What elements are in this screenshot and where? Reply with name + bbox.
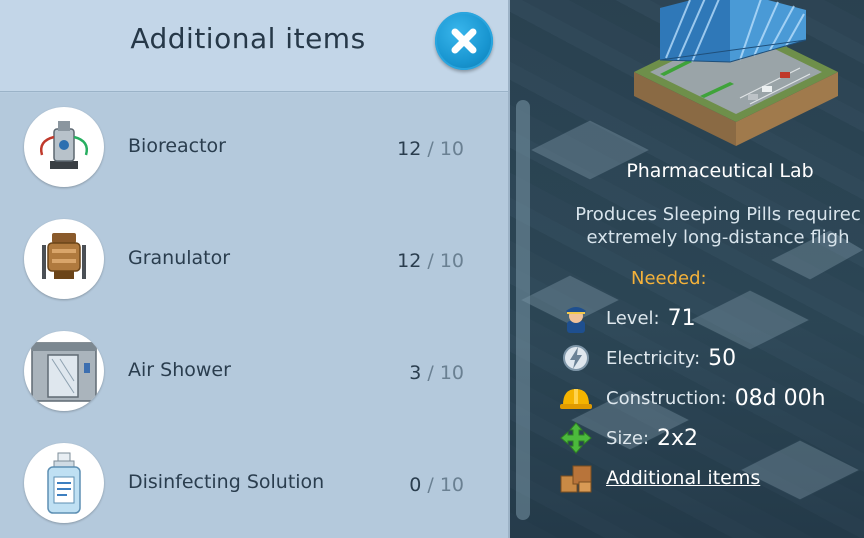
close-icon bbox=[451, 28, 477, 54]
lightning-icon bbox=[558, 341, 594, 375]
item-count: 3 / 10 bbox=[360, 362, 464, 384]
item-count: 12 / 10 bbox=[360, 138, 464, 160]
item-have: 12 bbox=[397, 250, 422, 272]
requirement-additional-items[interactable]: Additional items bbox=[558, 461, 760, 495]
item-need: 10 bbox=[439, 474, 464, 496]
bioreactor-icon bbox=[24, 107, 104, 187]
item-have: 3 bbox=[409, 362, 422, 384]
list-item-disinfecting-solution[interactable]: Disinfecting Solution 0 / 10 bbox=[0, 429, 508, 538]
items-list: Bioreactor 12 / 10 Granulator 12 / 10 Ai… bbox=[0, 93, 508, 538]
item-sep: / bbox=[427, 474, 434, 496]
electricity-label: Electricity: bbox=[606, 347, 701, 369]
item-count: 0 / 10 bbox=[360, 474, 464, 496]
pharmaceutical-lab-building-icon bbox=[634, 0, 838, 146]
item-need: 10 bbox=[439, 362, 464, 384]
level-value: 71 bbox=[667, 305, 696, 331]
crates-icon bbox=[558, 461, 594, 495]
requirement-level: Level: 71 bbox=[558, 301, 696, 335]
disinfectant-bottle-icon bbox=[24, 443, 104, 523]
item-name: Disinfecting Solution bbox=[128, 471, 325, 493]
panel-header: Additional items bbox=[0, 0, 508, 92]
item-need: 10 bbox=[439, 250, 464, 272]
panel-scrollbar[interactable] bbox=[516, 100, 530, 520]
expand-arrows-icon bbox=[558, 421, 594, 455]
size-label: Size: bbox=[606, 427, 650, 449]
building-title: Pharmaceutical Lab bbox=[626, 160, 814, 182]
list-item-bioreactor[interactable]: Bioreactor 12 / 10 bbox=[0, 93, 508, 205]
description-line-1: Produces Sleeping Pills requirec bbox=[575, 204, 861, 225]
list-item-air-shower[interactable]: Air Shower 3 / 10 bbox=[0, 317, 508, 429]
needed-heading: Needed: bbox=[631, 268, 707, 289]
item-need: 10 bbox=[439, 138, 464, 160]
item-have: 0 bbox=[409, 474, 422, 496]
item-name: Granulator bbox=[128, 247, 231, 269]
close-button[interactable] bbox=[435, 12, 493, 70]
hard-hat-icon bbox=[558, 381, 594, 415]
list-item-granulator[interactable]: Granulator 12 / 10 bbox=[0, 205, 508, 317]
item-name: Bioreactor bbox=[128, 135, 226, 157]
requirement-size: Size: 2x2 bbox=[558, 421, 698, 455]
pilot-avatar-icon bbox=[558, 301, 594, 335]
item-sep: / bbox=[427, 138, 434, 160]
electricity-value: 50 bbox=[708, 345, 737, 371]
granulator-icon bbox=[24, 219, 104, 299]
item-have: 12 bbox=[397, 138, 422, 160]
building-description: Produces Sleeping Pills requirec extreme… bbox=[548, 203, 864, 249]
additional-items-panel: Additional items Bioreactor 12 / 10 Gran… bbox=[0, 0, 510, 538]
construction-value: 08d 00h bbox=[734, 385, 826, 411]
air-shower-icon bbox=[24, 331, 104, 411]
item-count: 12 / 10 bbox=[360, 250, 464, 272]
additional-items-link[interactable]: Additional items bbox=[606, 467, 760, 489]
item-sep: / bbox=[427, 250, 434, 272]
item-name: Air Shower bbox=[128, 359, 231, 381]
description-line-2: extremely long-distance fligh bbox=[586, 227, 850, 248]
requirement-construction: Construction: 08d 00h bbox=[558, 381, 826, 415]
level-label: Level: bbox=[606, 307, 660, 329]
item-sep: / bbox=[427, 362, 434, 384]
requirement-electricity: Electricity: 50 bbox=[558, 341, 736, 375]
construction-label: Construction: bbox=[606, 387, 727, 409]
size-value: 2x2 bbox=[657, 425, 699, 451]
panel-title: Additional items bbox=[130, 22, 366, 55]
